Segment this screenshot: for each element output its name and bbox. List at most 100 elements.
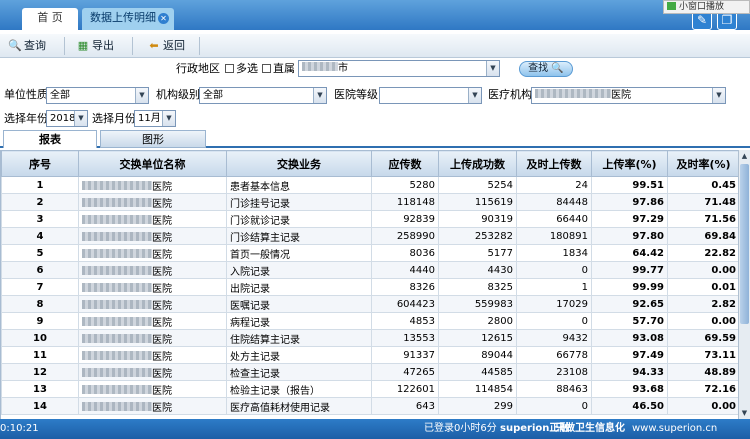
- redacted-text: [82, 265, 152, 275]
- table-row[interactable]: 13 医院 检验主记录（报告） 122601 114854 88463 93.68 72.16: [1, 380, 740, 398]
- upload-rate: 97.29: [591, 210, 668, 228]
- column-header[interactable]: 交换业务: [226, 150, 372, 177]
- redacted-text: [302, 62, 338, 71]
- redacted-text: [82, 299, 152, 309]
- unit-name-suffix: 医院: [152, 283, 172, 295]
- row-number: 6: [1, 261, 79, 279]
- upload-rate: 46.50: [591, 397, 668, 415]
- expected-count: 92839: [371, 210, 439, 228]
- table-row[interactable]: 4 医院 门诊结算主记录 258990 253282 180891 97.80 69.84: [1, 227, 740, 245]
- multi-select-checkbox[interactable]: 多选: [225, 61, 258, 77]
- table-row[interactable]: 8 医院 医嘱记录 604423 559983 17029 92.65 2.82: [1, 295, 740, 313]
- timely-rate: 0.45: [667, 176, 740, 194]
- expected-count: 643: [371, 397, 439, 415]
- column-header[interactable]: 及时率(%): [667, 150, 740, 177]
- region-select[interactable]: 市 ▼: [298, 60, 500, 77]
- redacted-text: [82, 333, 152, 343]
- redacted-text: [82, 231, 152, 241]
- tab-home[interactable]: 首 页: [22, 8, 78, 30]
- business-type: 住院结算主记录: [226, 329, 372, 347]
- row-number: 14: [1, 397, 79, 415]
- timely-rate: 71.48: [667, 193, 740, 211]
- upload-rate: 93.08: [591, 329, 668, 347]
- checkbox-box: [225, 64, 234, 73]
- table-row[interactable]: 14 医院 医疗高值耗材使用记录 643 299 0 46.50 0.00: [1, 397, 740, 415]
- mini-window-widget[interactable]: 小窗口播放: [663, 0, 750, 14]
- table-row[interactable]: 11 医院 处方主记录 91337 89044 66778 97.49 73.11: [1, 346, 740, 364]
- toolbar: 🔍 查询 ▦ 导出 ⬅ 返回: [0, 34, 750, 58]
- column-header[interactable]: 上传成功数: [438, 150, 517, 177]
- timely-count: 0: [516, 397, 592, 415]
- timely-rate: 0.01: [667, 278, 740, 296]
- timely-rate: 48.89: [667, 363, 740, 381]
- toolbar-divider: [64, 37, 65, 55]
- unit-name: 医院: [78, 176, 227, 194]
- tab-chart[interactable]: 图形: [100, 130, 206, 148]
- chevron-down-icon: ▼: [135, 88, 148, 103]
- table-row[interactable]: 3 医院 门诊就诊记录 92839 90319 66440 97.29 71.56: [1, 210, 740, 228]
- table-row[interactable]: 6 医院 入院记录 4440 4430 0 99.77 0.00: [1, 261, 740, 279]
- tab-upload-detail[interactable]: 数据上传明细 ✕: [82, 8, 174, 30]
- chevron-down-icon: ▼: [162, 111, 175, 126]
- tab-report[interactable]: 报表: [3, 130, 97, 148]
- redacted-text: [82, 214, 152, 224]
- year-value: 2018: [50, 113, 76, 124]
- scroll-up-icon[interactable]: ▲: [739, 150, 750, 162]
- uploaded-count: 253282: [438, 227, 517, 245]
- table-row[interactable]: 12 医院 检查主记录 47265 44585 23108 94.33 48.89: [1, 363, 740, 381]
- institution-select[interactable]: 医院 ▼: [531, 87, 726, 104]
- business-type: 门诊挂号记录: [226, 193, 372, 211]
- business-type: 门诊就诊记录: [226, 210, 372, 228]
- business-type: 首页一般情况: [226, 244, 372, 262]
- row-number: 10: [1, 329, 79, 347]
- table-row[interactable]: 5 医院 首页一般情况 8036 5177 1834 64.42 22.82: [1, 244, 740, 262]
- uploaded-count: 559983: [438, 295, 517, 313]
- brand-slogan: 只做卫生信息化: [555, 423, 625, 434]
- close-icon[interactable]: ✕: [158, 13, 169, 24]
- back-button[interactable]: ⬅ 返回: [145, 37, 185, 55]
- timely-count: 9432: [516, 329, 592, 347]
- column-header[interactable]: 上传率(%): [591, 150, 668, 177]
- hospital-grade-select[interactable]: ▼: [379, 87, 482, 104]
- org-level-select[interactable]: 全部 ▼: [199, 87, 327, 104]
- search-button[interactable]: 查找 🔍: [519, 61, 573, 77]
- timely-rate: 2.82: [667, 295, 740, 313]
- year-select[interactable]: 2018 ▼: [46, 110, 88, 127]
- row-number: 9: [1, 312, 79, 330]
- expected-count: 5280: [371, 176, 439, 194]
- expected-count: 47265: [371, 363, 439, 381]
- table-row[interactable]: 2 医院 门诊挂号记录 118148 115619 84448 97.86 71.48: [1, 193, 740, 211]
- view-tabs: 报表 图形: [0, 130, 750, 148]
- month-value: 11月: [138, 113, 161, 124]
- scroll-down-icon[interactable]: ▼: [739, 407, 750, 419]
- table-row[interactable]: 10 医院 住院结算主记录 13553 12615 9432 93.08 69.59: [1, 329, 740, 347]
- column-header[interactable]: 交换单位名称: [78, 150, 227, 177]
- direct-checkbox[interactable]: 直属: [262, 61, 295, 77]
- column-header[interactable]: 应传数: [371, 150, 439, 177]
- export-button[interactable]: ▦ 导出: [74, 37, 114, 55]
- table-row[interactable]: 1 医院 患者基本信息 5280 5254 24 99.51 0.45: [1, 176, 740, 194]
- vertical-scrollbar[interactable]: ▲ ▼: [738, 150, 750, 419]
- unit-name: 医院: [78, 278, 227, 296]
- unit-name-suffix: 医院: [152, 368, 172, 380]
- row-number: 1: [1, 176, 79, 194]
- timely-count: 180891: [516, 227, 592, 245]
- month-select[interactable]: 11月 ▼: [134, 110, 176, 127]
- chevron-down-icon: ▼: [468, 88, 481, 103]
- column-header[interactable]: 及时上传数: [516, 150, 592, 177]
- unit-name: 医院: [78, 346, 227, 364]
- hospital-grade-label: 医院等级: [334, 88, 378, 101]
- unit-name: 医院: [78, 193, 227, 211]
- business-type: 病程记录: [226, 312, 372, 330]
- redacted-text: [82, 282, 152, 292]
- table-row[interactable]: 9 医院 病程记录 4853 2800 0 57.70 0.00: [1, 312, 740, 330]
- unit-name-suffix: 医院: [152, 317, 172, 329]
- scroll-thumb[interactable]: [740, 164, 749, 324]
- query-button[interactable]: 🔍 查询: [6, 37, 46, 55]
- redacted-text: [82, 316, 152, 326]
- column-header[interactable]: 序号: [1, 150, 79, 177]
- unit-type-select[interactable]: 全部 ▼: [46, 87, 149, 104]
- uploaded-count: 114854: [438, 380, 517, 398]
- table-row[interactable]: 7 医院 出院记录 8326 8325 1 99.99 0.01: [1, 278, 740, 296]
- year-label: 选择年份: [4, 112, 48, 125]
